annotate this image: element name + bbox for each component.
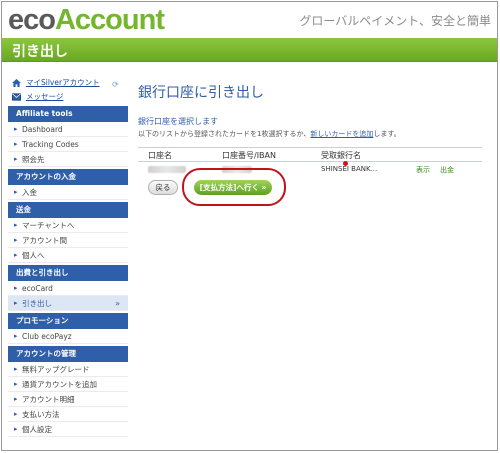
- sidebar-item-to-individual[interactable]: 個人へ: [8, 248, 128, 263]
- description-suffix: します。: [373, 130, 401, 138]
- proceed-to-payment-button[interactable]: [支払方法]へ行く »: [194, 180, 272, 195]
- redacted-account-name: [148, 166, 186, 173]
- sidebar-item-account-statement[interactable]: アカウント明細: [8, 392, 128, 407]
- sidebar-item-add-currency-account[interactable]: 通貨アカウントを追加: [8, 377, 128, 392]
- table-header: 口座名 口座番号/IBAN 受取銀行名: [138, 148, 482, 162]
- back-button[interactable]: 戻る: [148, 180, 178, 195]
- page-heading-bar: 引き出し: [2, 38, 497, 62]
- page-title: 銀行口座に引き出し: [138, 85, 264, 101]
- add-new-card-link[interactable]: 新しいカードを追加: [310, 130, 373, 138]
- description-prefix: 以下のリストから登録されたカードを1枚選択するか、: [138, 130, 311, 138]
- sidebar-item-tracking-codes[interactable]: Tracking Codes: [8, 137, 128, 152]
- sidebar-item-withdraw[interactable]: 引き出し »: [8, 296, 128, 311]
- sidebar-item-between-accounts[interactable]: アカウント間: [8, 233, 128, 248]
- sidebar-item-personal-settings[interactable]: 個人設定: [8, 422, 128, 437]
- sidebar: マイSilverアカウント ⟳ メッセージ Affiliate tools Da…: [8, 76, 128, 450]
- sidebar-item-free-upgrade[interactable]: 無料アップグレード: [8, 362, 128, 377]
- section-header-affiliate: Affiliate tools: [8, 106, 128, 122]
- logo-eco-text: eco: [8, 4, 56, 36]
- app-window: ecoAccount グローバルペイメント、安全と簡単 引き出し マイSilve…: [1, 1, 498, 451]
- section-subtitle: 銀行口座を選択します: [138, 117, 218, 126]
- sidebar-item-label: 引き出し: [22, 299, 52, 308]
- column-bank-name: 受取銀行名: [321, 151, 361, 160]
- sidebar-item-payment-methods[interactable]: 支払い方法: [8, 407, 128, 422]
- section-header-promotion: プロモーション: [8, 313, 128, 329]
- sidebar-link-label: マイSilverアカウント: [26, 78, 100, 87]
- section-header-spend-withdraw: 出費と引き出し: [8, 265, 128, 281]
- show-link[interactable]: 表示: [416, 165, 430, 175]
- refresh-icon[interactable]: ⟳: [112, 78, 120, 89]
- sidebar-link-my-account[interactable]: マイSilverアカウント ⟳: [8, 76, 128, 90]
- section-header-transfer: 送金: [8, 202, 128, 218]
- sidebar-link-messages[interactable]: メッセージ: [8, 90, 128, 104]
- tagline: グローバルペイメント、安全と簡単: [299, 14, 491, 28]
- page-heading: 引き出し: [12, 44, 68, 60]
- bank-name-cell: SHINSEI BANK...: [321, 165, 378, 173]
- column-account-number: 口座番号/IBAN: [222, 151, 276, 160]
- button-row: 戻る [支払方法]へ行く »: [138, 168, 488, 206]
- sidebar-item-to-merchant[interactable]: マーチャントへ: [8, 218, 128, 233]
- column-account-name: 口座名: [148, 151, 172, 160]
- section-header-deposit: アカウントの入金: [8, 169, 128, 185]
- header: ecoAccount グローバルペイメント、安全と簡単: [2, 2, 497, 38]
- ecoaccount-logo[interactable]: ecoAccount: [8, 4, 165, 36]
- sidebar-link-label: メッセージ: [26, 92, 64, 101]
- sidebar-item-dashboard[interactable]: Dashboard: [8, 122, 128, 137]
- withdraw-link[interactable]: 出金: [440, 165, 454, 175]
- sidebar-item-referrals[interactable]: 照会先: [8, 152, 128, 167]
- home-icon: [12, 79, 21, 87]
- sidebar-item-deposit[interactable]: 入金: [8, 185, 128, 200]
- cursor-dot: [343, 161, 348, 166]
- section-header-account-management: アカウントの管理: [8, 346, 128, 362]
- section-description: 以下のリストから登録されたカードを1枚選択するか、新しいカードを追加します。: [138, 129, 488, 139]
- sidebar-item-ecocard[interactable]: ecoCard: [8, 281, 128, 296]
- logo-account-text: Account: [54, 4, 165, 36]
- sidebar-item-club-ecopayz[interactable]: Club ecoPayz: [8, 329, 128, 344]
- double-chevron-icon: »: [115, 299, 120, 308]
- mail-icon: [12, 93, 21, 101]
- main-content: 銀行口座に引き出し 銀行口座を選択します 以下のリストから登録されたカードを1枚…: [138, 76, 488, 450]
